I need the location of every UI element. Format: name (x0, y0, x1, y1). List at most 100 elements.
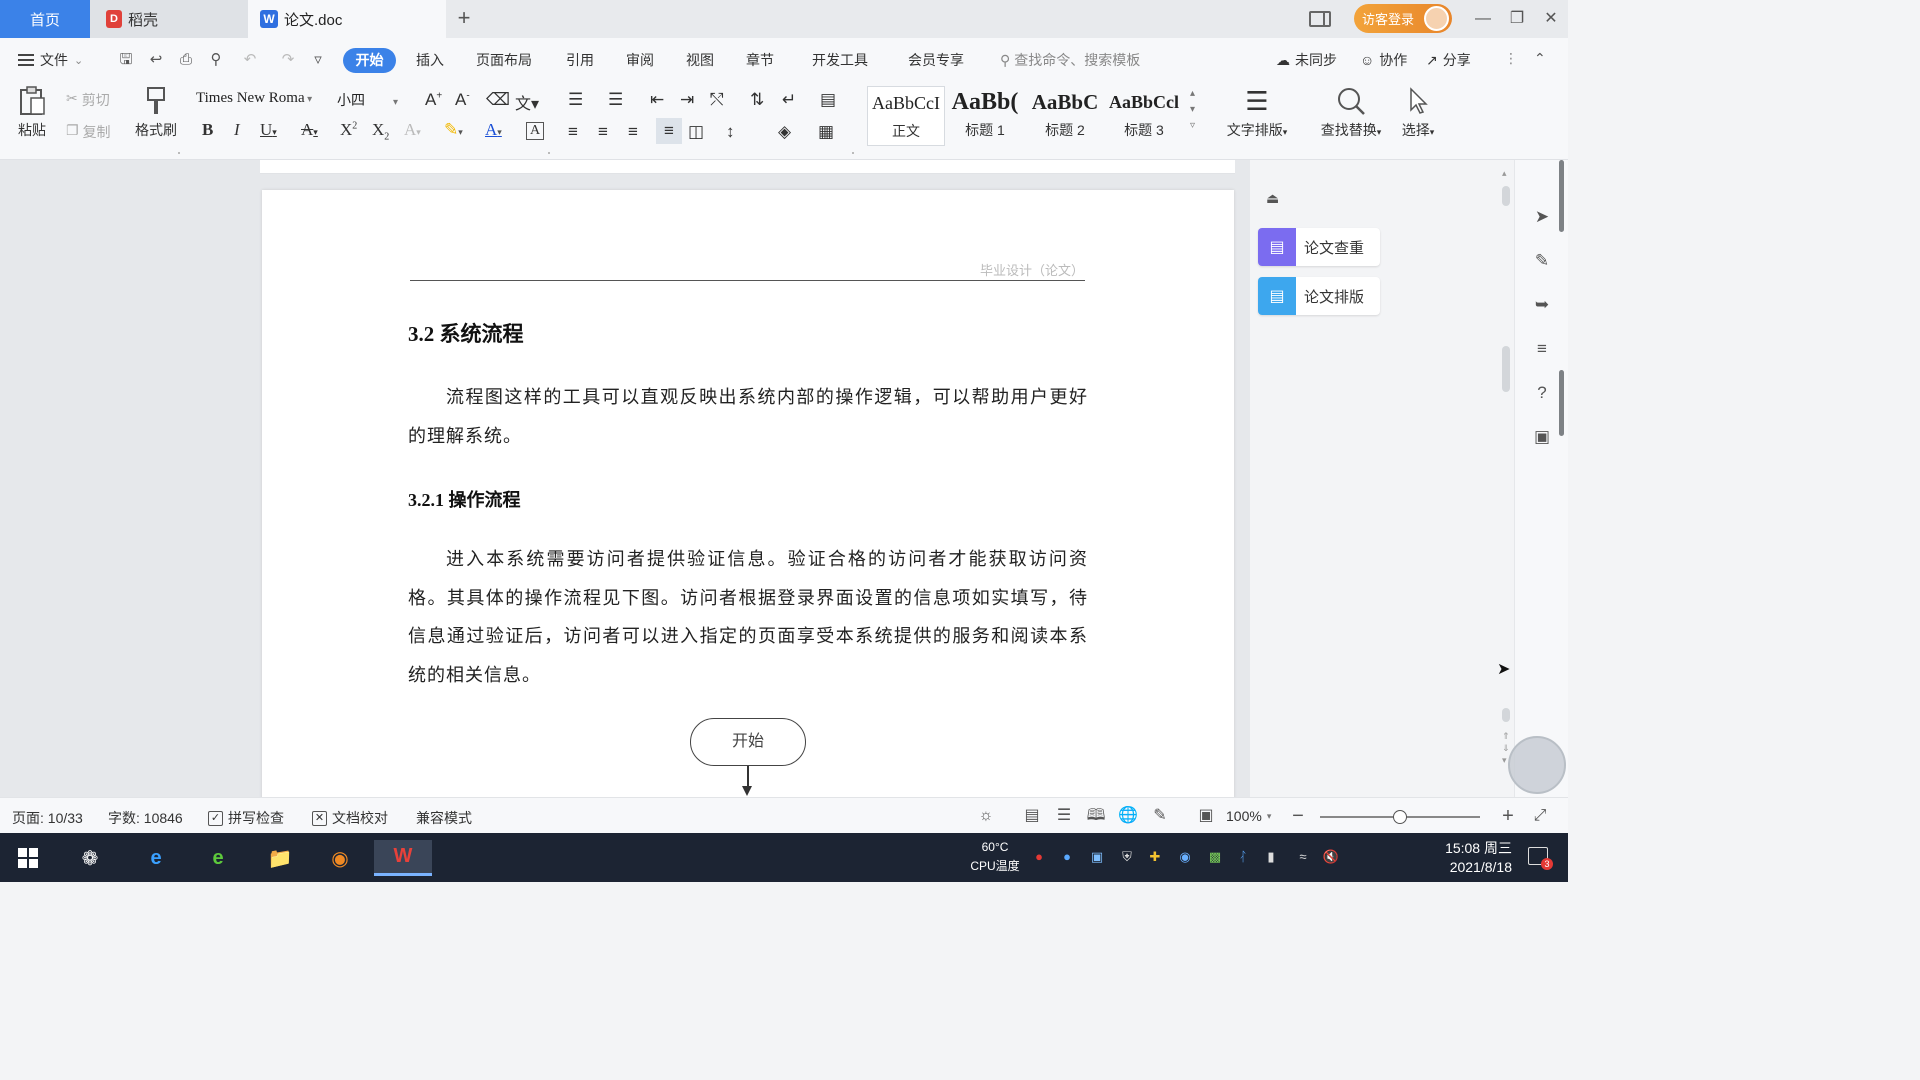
increase-indent-icon[interactable]: ⇥ (680, 90, 694, 110)
collapse-ribbon-icon[interactable]: ⌃ (1534, 50, 1546, 67)
zoom-out-icon[interactable]: − (1288, 806, 1308, 826)
cpu-temp-widget[interactable]: 60°C CPU温度 (964, 838, 1026, 876)
new-tab-button[interactable]: + (452, 5, 476, 31)
font-family-select[interactable]: Times New Roma ▾ (196, 90, 336, 112)
page-view-icon[interactable]: ▤ (1022, 806, 1042, 826)
tray-app-icon-4[interactable]: ✚ (1146, 848, 1164, 866)
redo-icon[interactable]: ↷ (278, 51, 298, 69)
bluetooth-icon[interactable]: ᛮ (1234, 848, 1252, 866)
text-layout-button[interactable]: ☰ 文字排版▾ (1222, 86, 1292, 140)
notification-center-icon[interactable]: 3 (1528, 847, 1553, 870)
share-button[interactable]: ↗ 分享 (1426, 50, 1471, 70)
export-icon[interactable]: ↩ (146, 51, 166, 69)
justify-icon[interactable]: ≡ (656, 118, 682, 144)
underline-icon[interactable]: U▾ (260, 120, 277, 140)
menu-chapter[interactable]: 章节 (746, 50, 774, 70)
windows-start-icon[interactable] (10, 840, 46, 876)
paper-check-button[interactable]: ▤ 论文查重 (1258, 228, 1380, 266)
right-toolbar-scroll-indicator-2[interactable] (1559, 370, 1564, 436)
tab-daoke[interactable]: D 稻壳 (90, 0, 248, 38)
sliders-icon[interactable]: ≡ (1531, 338, 1553, 360)
grow-font-icon[interactable]: A+ (425, 90, 442, 110)
writing-mode-icon[interactable]: ✎ (1150, 806, 1170, 826)
fullscreen-icon[interactable]: ⤢ (1530, 806, 1550, 826)
subsection-heading[interactable]: 3.2.1 操作流程 (408, 486, 521, 512)
zoom-slider[interactable] (1320, 810, 1480, 824)
save-icon[interactable]: 🖫 (116, 51, 136, 69)
command-search[interactable]: ⚲ 查找命令、搜索模板 (1000, 50, 1140, 70)
select-button[interactable]: 选择▾ (1396, 86, 1440, 140)
char-border-icon[interactable]: A (526, 122, 544, 140)
sort-icon[interactable]: ⇅ (750, 90, 764, 110)
document-canvas[interactable]: 毕业设计（论文） 3.2 系统流程 流程图这样的工具可以直观反映出系统内部的操作… (0, 160, 1250, 810)
distribute-icon[interactable]: ◫ (688, 122, 704, 142)
tab-home[interactable]: 首页 (0, 0, 90, 38)
subscript-icon[interactable]: X2 (372, 120, 389, 142)
page-indicator[interactable]: 页面: 10/33 (12, 808, 83, 828)
style-gallery-scroll-icon[interactable]: ▴ ▾ ▿ (1190, 86, 1195, 134)
pinwheel-app-icon[interactable]: ❁ (72, 840, 108, 876)
undo-icon[interactable]: ↶ (240, 51, 260, 69)
battery-icon[interactable]: ▮ (1262, 848, 1280, 866)
print-preview-icon[interactable]: ⚲ (206, 51, 226, 69)
pointer-icon[interactable]: ➥ (1531, 294, 1553, 316)
menu-page-layout[interactable]: 页面布局 (476, 50, 532, 70)
align-center-icon[interactable]: ≡ (598, 122, 608, 142)
shading-icon[interactable]: ◈ (778, 122, 791, 142)
browser-360-icon[interactable]: e (200, 840, 236, 876)
wifi-icon[interactable]: ≈ (1294, 848, 1312, 866)
shrink-font-icon[interactable]: A- (455, 90, 470, 110)
help-icon[interactable]: ? (1531, 382, 1553, 404)
web-view-icon[interactable]: 🌐 (1118, 806, 1138, 826)
bold-icon[interactable]: B (202, 120, 213, 140)
flowchart-start-node[interactable]: 开始 (690, 718, 806, 766)
text-effect-icon[interactable]: A▾ (404, 120, 421, 140)
zoom-in-icon[interactable]: + (1498, 806, 1518, 826)
body-paragraph-2[interactable]: 进入本系统需要访问者提供验证信息。验证合格的访问者才能获取访问资格。其具体的操作… (408, 540, 1088, 694)
taskbar-clock[interactable]: 15:08 周三 2021/8/18 (1420, 839, 1512, 877)
decrease-indent-icon[interactable]: ⇤ (650, 90, 664, 110)
fit-page-icon[interactable]: ▣ (1196, 806, 1216, 826)
style-heading-3[interactable]: AaBbCcl 标题 3 (1105, 86, 1183, 146)
scroll-up-icon[interactable]: ▴ (1502, 168, 1507, 179)
clear-format-icon[interactable]: ⌫ (486, 90, 510, 110)
font-color-icon[interactable]: A▾ (485, 120, 502, 140)
style-heading-2[interactable]: AaBbC 标题 2 (1026, 86, 1104, 146)
menu-reference[interactable]: 引用 (566, 50, 594, 70)
outline-view-icon[interactable]: ☰ (1054, 806, 1074, 826)
zoom-slider-handle[interactable] (1393, 810, 1407, 824)
tray-app-icon-1[interactable]: ● (1030, 848, 1048, 866)
menu-member[interactable]: 会员专享 (908, 50, 964, 70)
tray-app-icon-3[interactable]: ▣ (1088, 848, 1106, 866)
paste-button[interactable]: 粘贴 (12, 86, 52, 140)
wps-taskbar-icon[interactable]: W (374, 840, 432, 876)
menu-start[interactable]: 开始 (343, 48, 396, 73)
find-replace-button[interactable]: 查找替换▾ (1316, 86, 1386, 140)
superscript-icon[interactable]: X2 (340, 120, 357, 140)
align-right-icon[interactable]: ≡ (628, 122, 638, 142)
chinese-layout-icon[interactable]: ⤲ (710, 90, 724, 110)
menu-file[interactable]: 文件 ⌄ (18, 50, 83, 70)
format-painter-button[interactable]: 格式刷 (132, 86, 180, 140)
font-size-select[interactable]: 小四 ▾ (337, 90, 417, 112)
volume-muted-icon[interactable]: 🔇 (1322, 848, 1340, 866)
menu-dev-tools[interactable]: 开发工具 (812, 50, 868, 70)
borders-icon[interactable]: ▦ (818, 122, 834, 142)
menu-review[interactable]: 审阅 (626, 50, 654, 70)
numbered-list-icon[interactable]: ☰ (608, 90, 623, 110)
nvidia-icon[interactable]: ▩ (1206, 848, 1224, 866)
close-icon[interactable]: ✕ (1538, 6, 1564, 32)
window-layout-icon[interactable] (1306, 0, 1334, 38)
paper-format-button[interactable]: ▤ 论文排版 (1258, 277, 1380, 315)
align-left-icon[interactable]: ≡ (568, 122, 578, 142)
pen-icon[interactable]: ✎ (1531, 250, 1553, 272)
page-nav-up-icon[interactable] (1502, 708, 1510, 722)
game-app-icon[interactable]: ◉ (322, 840, 358, 876)
scrollbar-thumb-secondary[interactable] (1502, 346, 1510, 392)
visitor-login-button[interactable]: 访客登录 (1354, 4, 1452, 33)
line-spacing-icon[interactable]: ↕ (726, 122, 735, 142)
zoom-level-select[interactable]: 100% ▾ (1226, 808, 1271, 824)
internet-explorer-icon[interactable]: e (138, 840, 174, 876)
highlight-icon[interactable]: ✎▾ (444, 120, 463, 140)
shield-icon[interactable]: ⛨ (1118, 848, 1136, 866)
